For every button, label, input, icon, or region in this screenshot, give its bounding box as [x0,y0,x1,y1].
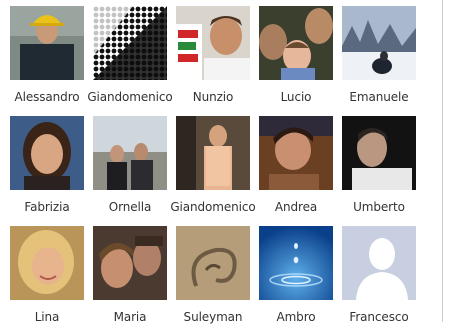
friend-tile[interactable]: Suleyman [174,226,252,330]
default-profile-silhouette-icon [342,226,416,300]
photo-snowy-landscape [342,6,416,80]
friends-grid-panel: Alessandro Giandomenico Nunzio Lucio Ema… [0,0,455,324]
photo-sculpture-closeup [176,226,250,300]
friend-tile[interactable]: Umberto [340,116,418,220]
photo-man-dark-background [342,116,416,190]
photo-couple-selfie [93,226,167,300]
friend-photo[interactable] [176,226,250,300]
photo-smiling-man [176,6,250,80]
friend-tile[interactable]: Lina [8,226,86,330]
photo-water-drop [259,226,333,300]
friend-photo[interactable] [176,116,250,190]
friend-tile[interactable]: Maria [91,226,169,330]
friend-photo[interactable] [10,116,84,190]
friend-name[interactable]: Alessandro [4,90,90,104]
friend-photo[interactable] [10,6,84,80]
photo-man-in-yellow-hat [10,6,84,80]
friend-tile[interactable]: Nunzio [174,6,252,110]
friend-photo[interactable] [176,6,250,80]
photo-smiling-woman [10,116,84,190]
friend-name[interactable]: Giandomenico [170,200,256,214]
friend-photo[interactable] [93,116,167,190]
friend-photo[interactable] [342,6,416,80]
friend-photo[interactable] [259,6,333,80]
friend-tile[interactable]: Giandomenico [170,116,256,220]
friend-tile[interactable]: Andrea [257,116,335,220]
friend-name[interactable]: Fabrizia [4,200,90,214]
friend-tile[interactable]: Emanuele [340,6,418,110]
photo-halftone-graphic [93,6,167,80]
friend-tile[interactable]: Alessandro [8,6,86,110]
friend-name[interactable]: Emanuele [336,90,422,104]
friend-photo[interactable] [259,116,333,190]
friend-tile[interactable]: Lucio [257,6,335,110]
friend-photo[interactable] [10,226,84,300]
photo-man-standing [176,116,250,190]
photo-blonde-woman [10,226,84,300]
friend-photo[interactable] [93,6,167,80]
photo-couple-outdoors [93,116,167,190]
friend-photo[interactable] [93,226,167,300]
friend-name[interactable]: Umberto [336,200,422,214]
friend-name[interactable]: Lucio [253,90,339,104]
friend-name[interactable]: Ornella [87,200,173,214]
friend-name[interactable]: Giandomenico [87,90,173,104]
friend-name[interactable]: Nunzio [170,90,256,104]
friend-photo[interactable] [342,116,416,190]
friend-tile[interactable]: Ambro [257,226,335,330]
friend-photo[interactable] [259,226,333,300]
friend-tile[interactable]: Francesco [340,226,418,330]
friend-photo[interactable] [342,226,416,300]
friend-tile[interactable]: Ornella [91,116,169,220]
friend-tile[interactable]: Giandomenico [87,6,173,110]
friend-name[interactable]: Andrea [253,200,339,214]
friend-tile[interactable]: Fabrizia [8,116,86,220]
photo-woman-portrait [259,116,333,190]
photo-man-with-child [259,6,333,80]
vertical-scrollbar[interactable] [442,0,455,322]
